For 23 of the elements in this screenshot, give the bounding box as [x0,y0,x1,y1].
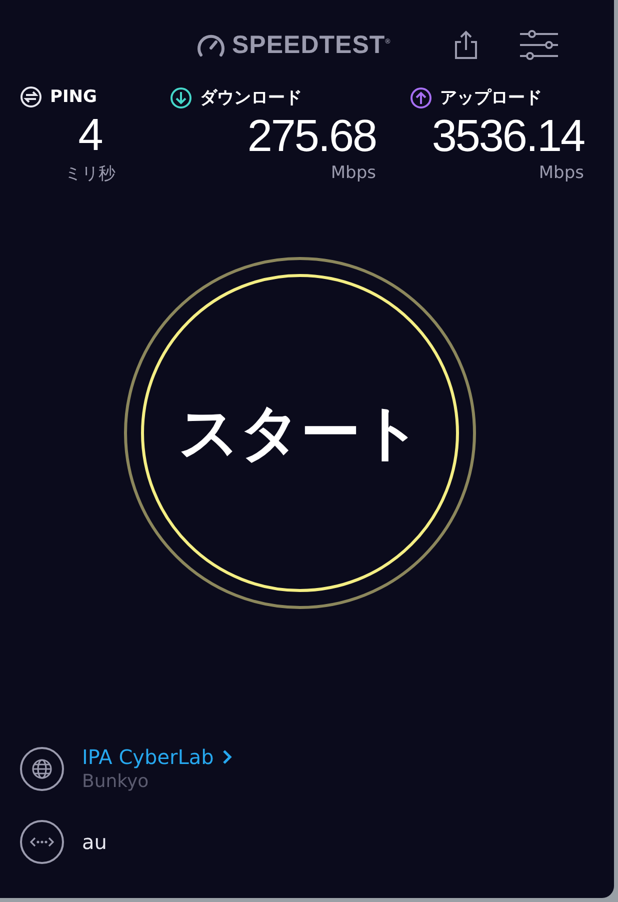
download-icon [170,86,192,108]
gauge-icon [196,32,226,58]
chevron-icon [222,749,232,765]
metric-unit: ミリ秒 [64,163,116,185]
start-button[interactable]: スタート [124,257,476,609]
server-location: Bunkyo [82,771,150,792]
connection-icon [20,820,64,864]
provider-name: au [82,830,107,854]
metric-label: アップロード [440,87,542,109]
metric-label: PING [50,87,97,107]
upload-icon [410,86,432,108]
server-link[interactable]: IPA CyberLab [82,745,232,769]
share-icon[interactable] [452,30,479,60]
metric-unit: Mbps [330,163,376,183]
globe-icon [20,746,64,790]
ping-icon [20,86,42,108]
metric-unit: Mbps [538,163,584,183]
settings-icon[interactable] [518,30,559,60]
metric-value: 275.68 [247,109,376,163]
metric-value: 3536.14 [432,109,584,163]
metric-value: 4 [78,108,102,162]
logo-text: SPEEDTEST$^{®}$ [232,30,391,60]
metric-label: ダウンロード [200,87,302,109]
